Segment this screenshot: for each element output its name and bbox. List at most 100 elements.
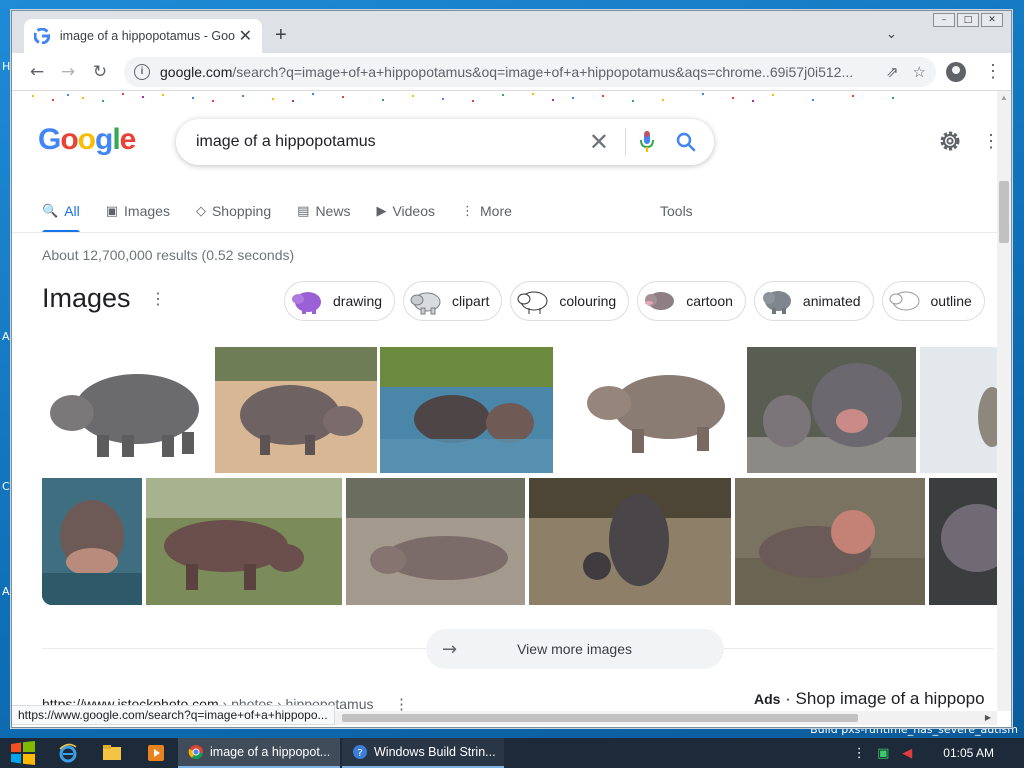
back-button[interactable]: ←	[26, 61, 48, 83]
google-favicon-icon	[34, 28, 50, 44]
tab-all[interactable]: 🔍 All	[42, 191, 80, 233]
chip-cartoon[interactable]: cartoon	[637, 281, 746, 321]
search-input[interactable]: image of a hippopotamus	[196, 133, 589, 151]
network-icon[interactable]: ▣	[871, 746, 895, 761]
tag-icon: ◇	[195, 203, 206, 219]
bookmark-star-icon[interactable]: ☆	[913, 63, 926, 81]
image-result-thumbnail[interactable]	[920, 347, 997, 473]
browser-menu-icon[interactable]: ⋮	[984, 61, 1002, 82]
scroll-up-arrow-icon[interactable]: ▲	[1000, 93, 1008, 102]
tab-more[interactable]: ⋮ More	[461, 191, 512, 231]
settings-gear-icon[interactable]	[938, 129, 962, 153]
address-bar-url[interactable]: google.com/search?q=image+of+a+hippopota…	[160, 64, 872, 80]
image-result-thumbnail[interactable]	[146, 478, 342, 605]
vertical-scrollbar[interactable]: ▲	[997, 91, 1011, 711]
tray-overflow-icon[interactable]: ⋮	[847, 746, 871, 761]
view-more-images-button[interactable]: → View more images	[426, 629, 724, 669]
result-menu-icon[interactable]: ⋮	[394, 695, 409, 711]
close-window-button[interactable]: ✕	[981, 13, 1003, 27]
internet-explorer-icon[interactable]	[46, 738, 90, 768]
divider-line	[724, 648, 994, 649]
tab-images[interactable]: ▣ Images	[106, 191, 170, 231]
google-apps-icon[interactable]: ⋮	[982, 131, 997, 152]
chip-outline[interactable]: outline	[881, 281, 985, 321]
link-status-bubble: https://www.google.com/search?q=image+of…	[12, 705, 335, 725]
file-explorer-icon[interactable]	[90, 738, 134, 768]
site-info-icon[interactable]: i	[134, 64, 150, 80]
share-icon[interactable]: ⇗	[886, 63, 899, 81]
images-menu-icon[interactable]: ⋮	[150, 289, 166, 309]
browser-tab-active[interactable]: image of a hippopotamus - Goo ✕	[24, 19, 262, 53]
taskbar-app-label: image of a hippopot...	[210, 745, 331, 759]
url-path: /search?q=image+of+a+hippopotamus&oq=ima…	[232, 64, 854, 80]
chip-colouring[interactable]: colouring	[510, 281, 630, 321]
tab-news[interactable]: ▤ News	[297, 191, 350, 231]
chip-thumbnail	[759, 284, 795, 318]
taskbar-app-build-string[interactable]: ? Windows Build Strin...	[342, 738, 504, 768]
divider-line	[42, 648, 426, 649]
url-host: google.com	[160, 64, 233, 80]
tab-shopping[interactable]: ◇ Shopping	[196, 191, 271, 231]
reload-button[interactable]: ↻	[89, 61, 111, 83]
chip-drawing[interactable]: drawing	[284, 281, 396, 321]
search-icon[interactable]	[676, 132, 696, 152]
chip-animated[interactable]: animated	[753, 281, 874, 321]
search-small-icon: 🔍	[42, 203, 59, 219]
tab-label: Shopping	[211, 203, 272, 219]
image-result-thumbnail[interactable]	[929, 478, 997, 605]
tab-videos[interactable]: ▶ Videos	[376, 191, 435, 231]
microphone-icon[interactable]	[640, 131, 654, 153]
search-divider	[625, 128, 626, 156]
media-player-icon[interactable]	[134, 738, 178, 768]
profile-avatar-icon[interactable]	[946, 62, 966, 82]
logo-letter: g	[95, 123, 113, 156]
tab-label: Videos	[392, 203, 436, 219]
image-result-thumbnail[interactable]	[557, 347, 743, 473]
windows-logo-icon	[11, 741, 35, 765]
image-result-thumbnail[interactable]	[215, 347, 377, 473]
horizontal-scroll-thumb[interactable]	[342, 714, 858, 722]
chip-thumbnail	[515, 284, 551, 318]
google-logo[interactable]: Google	[38, 123, 136, 157]
chip-label: drawing	[333, 293, 383, 309]
image-refinement-chips: drawing clipart colouring cartoon animat…	[284, 281, 985, 321]
chip-clipart[interactable]: clipart	[403, 281, 503, 321]
desktop-icon-label: A	[2, 330, 10, 343]
taskbar: image of a hippopot... ? Windows Build S…	[0, 738, 1024, 768]
forward-button[interactable]: →	[57, 61, 79, 83]
image-result-thumbnail[interactable]	[380, 347, 553, 473]
window-controls: – □ ✕	[933, 13, 1003, 27]
chip-thumbnail	[642, 284, 678, 318]
image-result-thumbnail[interactable]	[529, 478, 731, 605]
image-result-thumbnail[interactable]	[747, 347, 916, 473]
address-bar[interactable]: i google.com/search?q=image+of+a+hippopo…	[124, 57, 936, 87]
ads-label: Ads	[754, 691, 781, 707]
vertical-scroll-thumb[interactable]	[999, 181, 1009, 243]
minimize-button[interactable]: –	[933, 13, 955, 27]
image-result-thumbnail[interactable]	[735, 478, 925, 605]
image-result-thumbnail[interactable]	[42, 347, 212, 473]
taskbar-clock[interactable]: 01:05 AM	[919, 746, 1024, 760]
new-tab-button[interactable]: +	[275, 25, 287, 45]
image-result-thumbnail[interactable]	[42, 478, 142, 605]
image-results-grid	[42, 347, 997, 607]
volume-muted-icon[interactable]: ◀	[895, 746, 919, 761]
tab-close-icon[interactable]: ✕	[239, 26, 252, 46]
tools-button[interactable]: Tools	[660, 191, 693, 231]
taskbar-app-chrome[interactable]: image of a hippopot...	[178, 738, 340, 768]
tab-search-icon[interactable]: ⌄	[886, 26, 897, 42]
chip-label: colouring	[559, 293, 617, 309]
system-tray: ⋮ ▣ ◀ 01:05 AM	[847, 738, 1024, 768]
clear-search-icon[interactable]: ✕	[589, 128, 609, 157]
image-icon: ▣	[105, 203, 119, 219]
chip-label: animated	[802, 293, 861, 309]
scroll-right-arrow-icon[interactable]: ▶	[985, 713, 991, 722]
chip-label: cartoon	[686, 293, 733, 309]
start-button[interactable]	[0, 738, 46, 768]
ads-title[interactable]: · Shop image of a hippopo	[780, 689, 984, 708]
search-box[interactable]: image of a hippopotamus ✕	[176, 119, 714, 165]
chip-thumbnail	[289, 284, 325, 318]
image-result-thumbnail[interactable]	[346, 478, 525, 605]
maximize-button[interactable]: □	[957, 13, 979, 27]
chip-label: clipart	[452, 293, 490, 309]
